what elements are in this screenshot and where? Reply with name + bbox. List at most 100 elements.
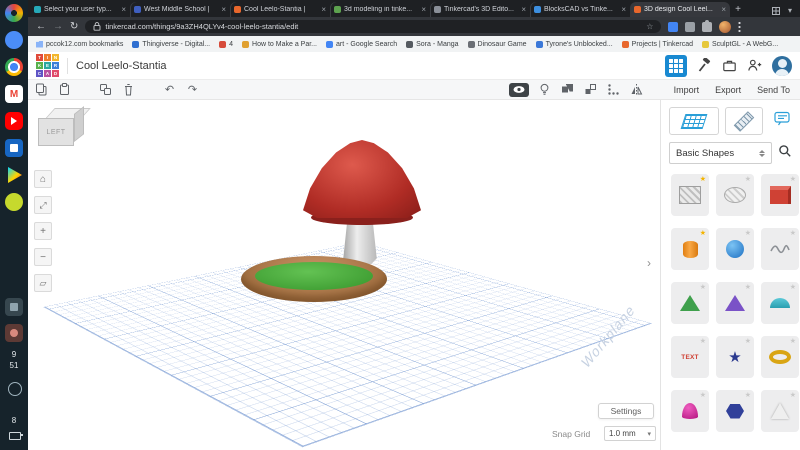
tab-close-icon[interactable] <box>421 6 426 14</box>
bookmark-folder[interactable]: pccok12.com bookmarks <box>36 41 123 48</box>
ungroup-button[interactable] <box>583 82 598 97</box>
shape-tile-roof[interactable] <box>671 282 709 324</box>
shape-tile-paraboloid[interactable] <box>671 390 709 432</box>
favorite-star-icon[interactable] <box>790 338 796 345</box>
chrome-icon[interactable] <box>5 58 23 76</box>
view-cube-front-face[interactable]: LEFT <box>38 118 74 146</box>
duplicate-button[interactable] <box>98 82 113 97</box>
bookmark-item[interactable]: How to Make a Par... <box>242 41 317 48</box>
launcher-icon[interactable] <box>5 4 23 22</box>
zoom-in-button[interactable] <box>34 222 52 240</box>
favorite-star-icon[interactable] <box>790 176 796 183</box>
shape-tile-torus[interactable] <box>761 336 799 378</box>
perspective-toggle-button[interactable] <box>34 274 52 292</box>
shape-tile-box[interactable] <box>761 174 799 216</box>
mushroom-cap[interactable] <box>303 140 421 218</box>
view-grid-button[interactable] <box>665 55 687 77</box>
tab-close-icon[interactable] <box>121 6 126 14</box>
app-blue-icon[interactable] <box>5 31 23 49</box>
bookmark-item[interactable]: Projects | Tinkercad <box>622 41 693 48</box>
favorite-star-icon[interactable] <box>745 230 751 237</box>
home-view-button[interactable] <box>34 170 52 188</box>
favorite-star-icon[interactable] <box>700 338 706 345</box>
extension-icon-2[interactable] <box>685 22 695 32</box>
view-cube[interactable]: LEFT <box>36 106 86 150</box>
bookmark-star-icon[interactable] <box>646 22 653 31</box>
shape-tile-sphere[interactable] <box>716 228 754 270</box>
browser-tab-7-active[interactable]: 3D design Cool Leel... <box>630 2 730 17</box>
reload-icon[interactable] <box>70 22 78 32</box>
show-all-button[interactable] <box>537 82 552 97</box>
copy-button[interactable] <box>34 82 49 97</box>
bookmark-item[interactable]: 4 <box>219 41 233 48</box>
zoom-out-button[interactable] <box>34 248 52 266</box>
shape-category-select[interactable]: Basic Shapes <box>669 142 772 164</box>
bookmark-item[interactable]: Tyrone's Unblocked... <box>536 41 613 48</box>
favorite-star-icon[interactable] <box>790 284 796 291</box>
shape-tile-half-sphere[interactable] <box>761 282 799 324</box>
favorite-star-icon[interactable] <box>790 230 796 237</box>
browser-profile-avatar[interactable] <box>719 21 731 33</box>
bookmark-item[interactable]: Dinosaur Game <box>468 41 527 48</box>
user-avatar[interactable] <box>772 56 792 76</box>
shape-tile-pyramid[interactable] <box>716 282 754 324</box>
import-button[interactable]: Import <box>674 85 700 95</box>
tab-close-icon[interactable] <box>221 6 226 14</box>
export-button[interactable]: Export <box>715 85 741 95</box>
shape-tile-polygon[interactable] <box>716 390 754 432</box>
browser-tab-5[interactable]: Tinkercad's 3D Edito... <box>430 2 530 17</box>
extension-icon-1[interactable] <box>668 22 678 32</box>
undo-button[interactable] <box>162 82 177 97</box>
shape-tile-cone[interactable] <box>761 390 799 432</box>
shape-tile-text[interactable]: TEXT <box>671 336 709 378</box>
shape-tile-star[interactable] <box>716 336 754 378</box>
plate-top[interactable] <box>255 262 373 290</box>
tab-close-icon[interactable] <box>621 6 626 14</box>
workplane-tool-button[interactable] <box>669 107 719 135</box>
url-field[interactable]: tinkercad.com/things/9a3ZH4QLYv4-cool-le… <box>85 20 661 33</box>
ruler-tool-button[interactable] <box>725 107 763 135</box>
bookmark-item[interactable]: art - Google Search <box>326 41 397 48</box>
shape-tile-cylinder[interactable] <box>671 228 709 270</box>
favorite-star-icon[interactable] <box>745 176 751 183</box>
panel-collapse-handle[interactable] <box>642 250 656 276</box>
shape-tile-hole-box[interactable] <box>671 174 709 216</box>
redo-button[interactable] <box>185 82 200 97</box>
browser-menu-icon[interactable] <box>738 21 741 32</box>
bookmark-item[interactable]: Sora - Manga <box>406 41 458 48</box>
snap-grid-dropdown[interactable]: 1.0 mm <box>604 426 656 441</box>
browser-tab-6[interactable]: BlocksCAD vs Tinke... <box>530 2 630 17</box>
new-tab-button[interactable] <box>730 2 746 17</box>
mirror-button[interactable] <box>629 82 644 97</box>
brown-app-icon[interactable] <box>5 324 23 342</box>
favorite-star-icon[interactable] <box>745 392 751 399</box>
browser-tab-3[interactable]: Cool Leelo-Stantia | <box>230 2 330 17</box>
notes-button[interactable] <box>774 111 791 131</box>
settings-button[interactable]: Settings <box>598 403 654 419</box>
viewport-3d[interactable]: Workplane LEFT Settings Snap Grid 1.0 mm <box>28 100 660 450</box>
send-to-button[interactable]: Send To <box>757 85 790 95</box>
play-store-icon[interactable] <box>5 166 23 184</box>
fit-view-button[interactable] <box>34 196 52 214</box>
tab-groups-icon[interactable] <box>772 7 780 15</box>
notification-count[interactable]: 8 <box>0 416 28 425</box>
extensions-puzzle-icon[interactable] <box>702 22 712 32</box>
shape-tile-scribble[interactable] <box>761 228 799 270</box>
lime-app-icon[interactable] <box>5 193 23 211</box>
briefcase-icon[interactable] <box>722 58 737 73</box>
hide-selected-button[interactable] <box>509 83 529 97</box>
browser-tab-1[interactable]: Select your user typ... <box>30 2 130 17</box>
design-title[interactable]: Cool Leelo-Stantia <box>76 60 167 72</box>
paste-button[interactable] <box>57 82 72 97</box>
search-shapes-button[interactable] <box>778 144 792 163</box>
dark-app-icon[interactable] <box>5 298 23 316</box>
delete-button[interactable] <box>121 82 136 97</box>
view-cube-side-face[interactable] <box>74 106 84 142</box>
favorite-star-icon[interactable] <box>745 338 751 345</box>
favorite-star-icon[interactable] <box>745 284 751 291</box>
favorite-star-icon[interactable] <box>790 392 796 399</box>
group-button[interactable] <box>560 82 575 97</box>
tab-close-icon[interactable] <box>721 6 726 14</box>
favorite-star-icon[interactable] <box>700 392 706 399</box>
add-user-icon[interactable] <box>747 58 762 73</box>
